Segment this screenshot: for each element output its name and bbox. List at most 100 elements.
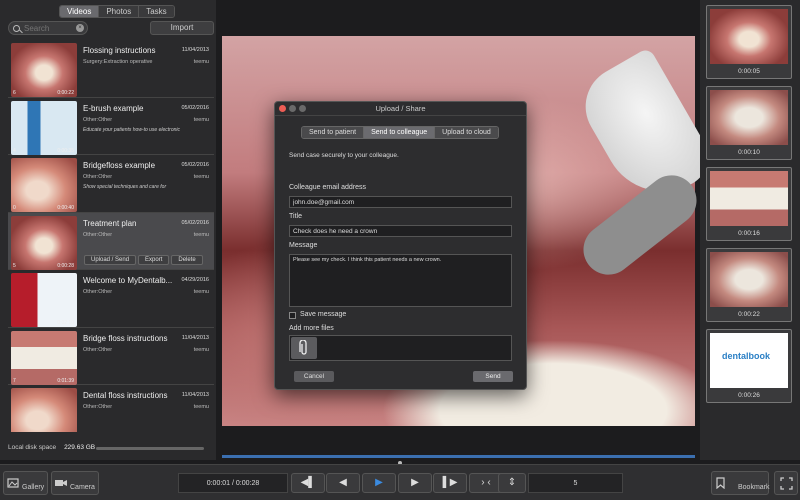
disk-space-bar (96, 447, 204, 450)
item-user: teemu (193, 174, 209, 180)
tab-tasks[interactable]: Tasks (139, 6, 174, 17)
snapshot-time: 0:00:26 (738, 392, 760, 399)
snapshot-thumb[interactable]: 0:00:16 (706, 167, 792, 241)
item-user: teemu (193, 289, 209, 295)
list-item[interactable]: 0 0:00:40 Bridgefloss example 05/02/2016… (8, 155, 214, 213)
email-field[interactable] (289, 196, 512, 208)
paperclip-icon (299, 340, 307, 355)
timecode-display: 0:00:01 / 0:00:28 (178, 473, 288, 493)
video-thumbnail (11, 388, 77, 432)
import-button[interactable]: Import (150, 21, 214, 35)
tab-videos[interactable]: Videos (60, 6, 100, 17)
item-user: teemu (193, 346, 209, 353)
snapshot-thumb[interactable]: 0:00:22 (706, 248, 792, 322)
item-title: Welcome to MyDentalb... (83, 276, 173, 285)
dialog-titlebar: Upload / Share (275, 102, 526, 116)
list-item[interactable]: 4 0:00:35 E-brush example 05/02/2016 Oth… (8, 97, 214, 155)
list-item[interactable]: 0:02:10 Welcome to MyDentalb... 04/29/20… (8, 270, 214, 328)
disk-space-label: Local disk space 229.63 GB (8, 444, 95, 451)
item-date: 05/02/2016 (181, 162, 209, 168)
snapshot-image: dentalbook (710, 333, 788, 388)
item-duration: 0:00:22 (57, 90, 74, 96)
item-category: Other:Other (83, 231, 113, 238)
message-textarea[interactable]: Please see my check. I think this patien… (289, 254, 512, 307)
tab-send-to-colleague[interactable]: Send to colleague (364, 127, 436, 138)
dentalbook-logo: dentalbook (722, 351, 771, 361)
snapshot-image (710, 252, 788, 307)
app-window: Videos Photos Tasks × Import 6 0:00:22 F… (0, 0, 800, 500)
tab-upload-to-cloud[interactable]: Upload to cloud (435, 127, 498, 138)
item-duration: 0:00:35 (57, 147, 74, 154)
item-user: teemu (193, 116, 209, 123)
send-button[interactable]: Send (473, 371, 513, 382)
skip-end-button[interactable]: ▌▶ (433, 473, 467, 493)
attach-file-button[interactable] (291, 337, 317, 359)
camera-button[interactable]: Camera (51, 471, 99, 495)
item-category: Other:Other (83, 346, 113, 353)
media-library-panel: Videos Photos Tasks × Import 6 0:00:22 F… (0, 0, 216, 460)
item-count: 0 (13, 205, 16, 211)
bottom-toolbar: Gallery Camera 0:00:01 / 0:00:28 ◀▌ ◀ ▶ … (0, 464, 800, 500)
item-actions: Upload / Send Export Delete (84, 254, 203, 265)
snapshot-thumb[interactable]: dentalbook 0:00:26 (706, 329, 792, 403)
skip-start-button[interactable]: ◀▌ (291, 473, 325, 493)
expand-button[interactable]: ⇕ (498, 473, 526, 493)
cancel-button[interactable]: Cancel (294, 371, 334, 382)
trim-icon: › ‹ (481, 477, 491, 488)
video-thumbnail: 6 0:00:22 (11, 43, 77, 97)
upload-share-dialog: Upload / Share Send to patient Send to c… (274, 101, 527, 390)
tab-photos[interactable]: Photos (99, 6, 140, 17)
tab-send-to-patient[interactable]: Send to patient (302, 127, 365, 138)
snapshot-thumb[interactable]: 0:00:10 (706, 86, 792, 160)
video-list: 6 0:00:22 Flossing instructions 11/04/20… (8, 40, 214, 432)
disk-space-title: Local disk space (8, 444, 57, 451)
video-thumbnail: 7 0:01:39 (11, 330, 77, 385)
title-label: Title (289, 213, 302, 220)
item-count: 7 (13, 377, 16, 384)
step-forward-button[interactable]: ▶ (398, 473, 432, 493)
snapshot-time: 0:00:05 (738, 68, 760, 75)
fullscreen-button[interactable] (774, 471, 798, 495)
item-count: 5 (13, 262, 16, 269)
bookmark-button[interactable]: Bookmark (711, 471, 770, 495)
play-button[interactable]: ▶ (362, 473, 396, 493)
gallery-button[interactable]: Gallery (3, 471, 48, 495)
email-label: Colleague email address (289, 184, 367, 191)
search-input[interactable] (24, 23, 80, 33)
add-files-label: Add more files (289, 325, 334, 332)
playback-progress-bar[interactable] (222, 455, 695, 458)
skip-start-icon: ◀▌ (300, 477, 316, 488)
video-thumbnail: 4 0:00:35 (11, 100, 77, 155)
item-title: Flossing instructions (83, 46, 156, 55)
item-title: Bridgefloss example (83, 161, 156, 170)
list-item[interactable]: 6 0:00:22 Flossing instructions 11/04/20… (8, 40, 214, 98)
title-field[interactable] (289, 225, 512, 237)
list-item[interactable]: Dental floss instructions 11/04/2013 Oth… (8, 385, 214, 432)
snapshot-thumb[interactable]: 0:00:05 (706, 5, 792, 79)
snapshot-image (710, 9, 788, 64)
item-date: 05/02/2016 (181, 104, 209, 111)
export-button[interactable]: Export (138, 254, 170, 265)
attachments-area[interactable] (289, 335, 512, 361)
upload-send-button[interactable]: Upload / Send (84, 254, 137, 265)
search-box[interactable]: × (8, 21, 88, 35)
list-item[interactable]: 7 0:01:39 Bridge floss instructions 11/0… (8, 327, 214, 385)
item-count: 4 (13, 147, 16, 154)
item-description: Show special techniques and care for (83, 184, 167, 190)
item-user: teemu (193, 59, 209, 65)
list-item-selected[interactable]: 5 0:00:28 Treatment plan 05/02/2016 Othe… (8, 212, 214, 270)
gallery-icon (7, 478, 19, 488)
save-message-checkbox[interactable] (289, 312, 296, 319)
item-date: 11/04/2013 (181, 47, 209, 53)
item-description: Educate your patients how-to use electro… (83, 126, 180, 133)
delete-button[interactable]: Delete (171, 254, 203, 265)
video-thumbnail: 0 0:00:40 (11, 158, 77, 212)
step-back-button[interactable]: ◀ (326, 473, 360, 493)
camera-icon (55, 480, 67, 486)
video-thumbnail: 5 0:00:28 (11, 215, 77, 270)
item-category: Other:Other (83, 289, 113, 295)
message-label: Message (289, 242, 318, 249)
item-date: 04/29/2016 (181, 277, 209, 283)
clear-search-icon[interactable]: × (76, 24, 84, 32)
video-thumbnail: 0:02:10 (11, 273, 77, 327)
